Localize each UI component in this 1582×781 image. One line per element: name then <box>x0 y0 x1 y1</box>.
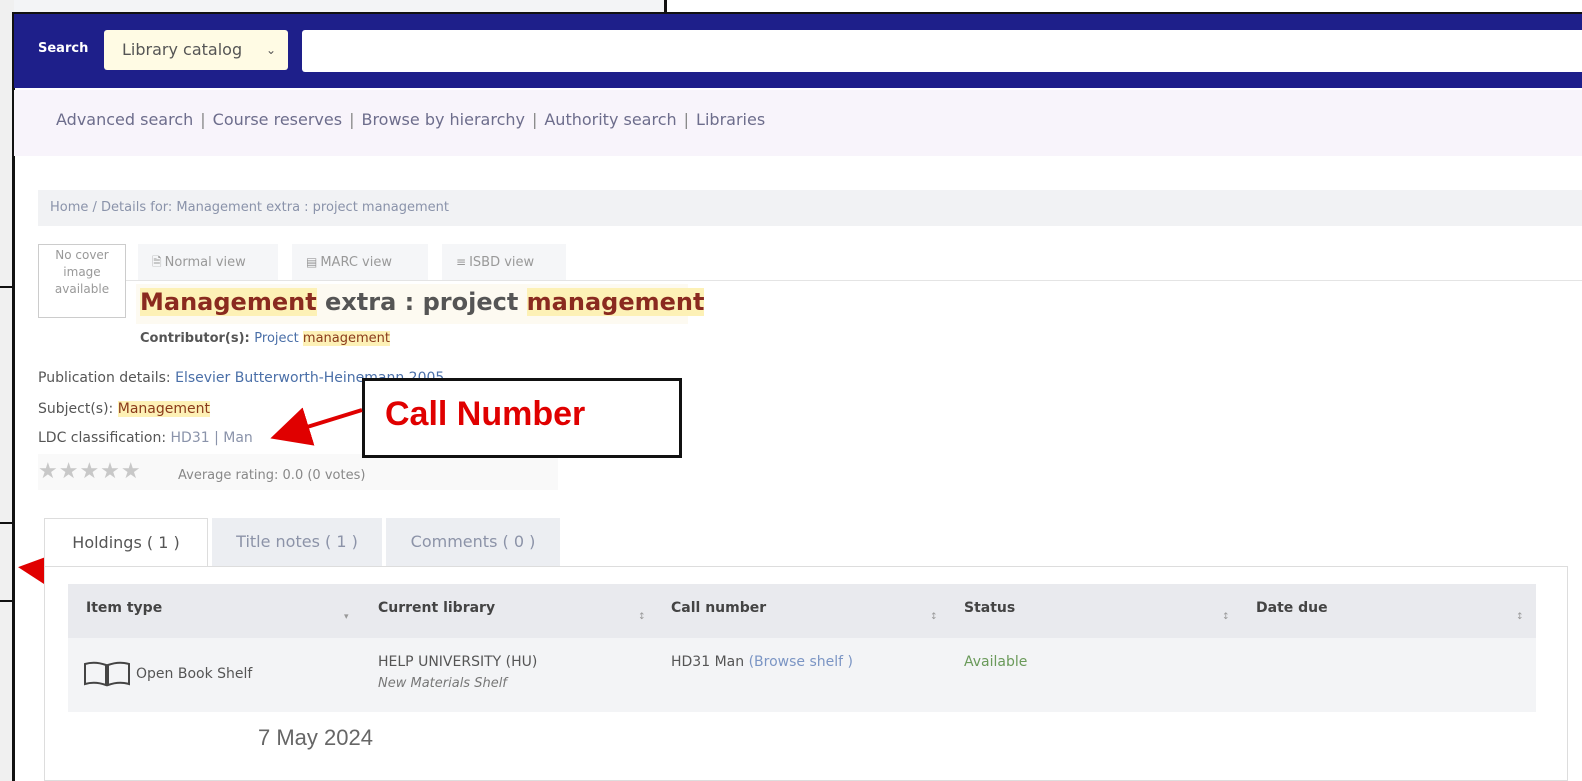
sort-icon[interactable]: ↕ <box>930 612 938 622</box>
open-book-icon <box>84 661 130 687</box>
sort-icon[interactable]: ↕ <box>1516 612 1524 622</box>
slide-date: 7 May 2024 <box>258 725 373 750</box>
library-cell: HELP UNIVERSITY (HU) <box>378 654 538 670</box>
column-header-call-number[interactable]: Call number <box>671 600 766 616</box>
status-cell: Available <box>964 654 1028 670</box>
browse-shelf-link[interactable]: (Browse shelf ) <box>749 654 853 670</box>
column-header-current-library[interactable]: Current library <box>378 600 495 616</box>
tab-title-notes[interactable]: Title notes ( 1 ) <box>212 518 382 566</box>
sort-icon[interactable]: ▾ <box>344 612 349 622</box>
call-number-cell: HD31 Man (Browse shelf ) <box>671 654 853 670</box>
column-header-date-due[interactable]: Date due <box>1256 600 1328 616</box>
tab-holdings[interactable]: Holdings ( 1 ) <box>44 518 208 566</box>
call-number-value: HD31 Man <box>671 654 745 670</box>
column-header-item-type[interactable]: Item type <box>86 600 162 616</box>
item-type-cell: Open Book Shelf <box>136 666 253 682</box>
library-shelf-cell: New Materials Shelf <box>378 676 507 691</box>
column-header-status[interactable]: Status <box>964 600 1015 616</box>
table-row <box>68 638 1536 712</box>
tab-comments[interactable]: Comments ( 0 ) <box>386 518 560 566</box>
sort-icon[interactable]: ↕ <box>1222 612 1230 622</box>
sort-icon[interactable]: ↕ <box>638 612 646 622</box>
arrow-to-ldc <box>270 407 363 446</box>
